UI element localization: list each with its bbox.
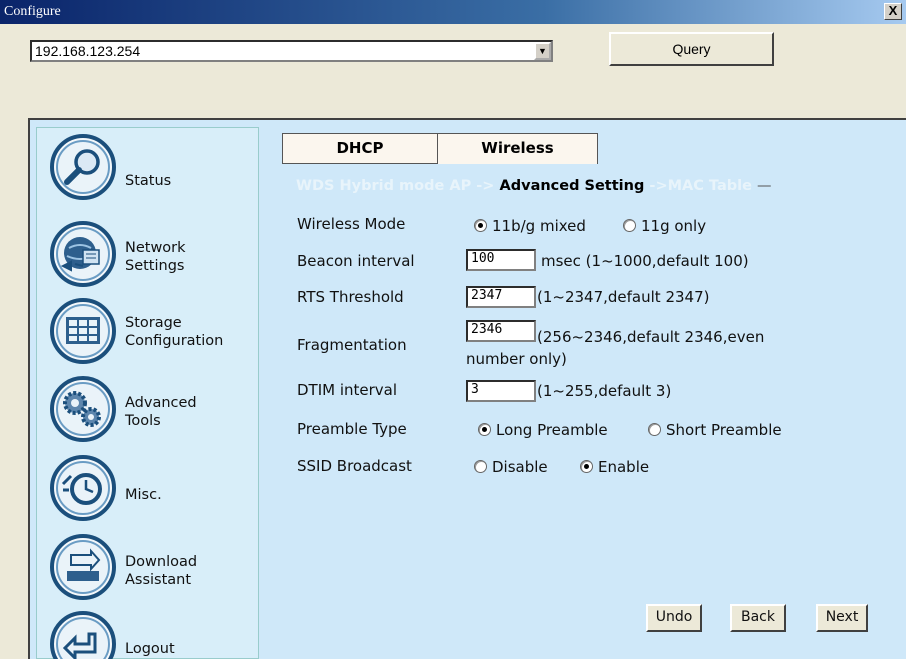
breadcrumb: WDS Hybrid mode AP -> Advanced Setting -… <box>296 178 771 194</box>
breadcrumb-dash: — <box>756 178 772 194</box>
close-button[interactable]: X <box>884 3 902 20</box>
ssid-option2: Enable <box>598 458 650 476</box>
fragmentation-hint-line2: number only) <box>466 350 567 368</box>
ssid-option1: Disable <box>492 458 548 476</box>
sidebar-item-storage-configuration[interactable]: Storage Configuration <box>47 297 257 367</box>
preamble-type-label: Preamble Type <box>297 420 407 438</box>
storage-grid-icon <box>50 298 116 364</box>
next-button[interactable]: Next <box>816 604 868 632</box>
wireless-mode-option1: 11b/g mixed <box>492 217 586 235</box>
sidebar-item-status[interactable]: Status <box>47 133 257 203</box>
fragmentation-label: Fragmentation <box>297 336 407 354</box>
ip-address-value: 192.168.123.254 <box>35 43 141 59</box>
window-title: Configure <box>4 4 61 19</box>
sidebar-item-logout[interactable]: Logout <box>47 610 257 659</box>
rts-threshold-hint: (1~2347,default 2347) <box>537 288 710 306</box>
beacon-interval-hint: msec (1~1000,default 100) <box>541 252 749 270</box>
ssid-broadcast-label: SSID Broadcast <box>297 457 412 475</box>
gears-icon <box>50 376 116 442</box>
ssid-enable-radio[interactable] <box>580 460 593 473</box>
preamble-option1: Long Preamble <box>496 421 608 439</box>
dtim-interval-label: DTIM interval <box>297 381 398 399</box>
breadcrumb-advanced-setting[interactable]: Advanced Setting <box>500 178 645 194</box>
beacon-interval-label: Beacon interval <box>297 252 415 270</box>
sidebar-item-misc[interactable]: Misc. <box>47 454 257 524</box>
ssid-disable-radio[interactable] <box>474 460 487 473</box>
download-tray-icon <box>50 534 116 600</box>
preamble-long-radio[interactable] <box>478 423 491 436</box>
beacon-interval-input[interactable]: 100 <box>466 249 536 271</box>
chevron-down-icon[interactable]: ▼ <box>534 42 551 60</box>
window-title-bar: Configure X <box>0 0 906 24</box>
preamble-option2: Short Preamble <box>666 421 782 439</box>
clock-icon <box>50 455 116 521</box>
logout-arrow-icon <box>50 611 116 659</box>
breadcrumb-wds-hybrid[interactable]: WDS Hybrid mode AP <box>296 178 471 194</box>
sidebar-item-label: Advanced Tools <box>125 395 197 429</box>
fragmentation-input[interactable]: 2346 <box>466 320 536 342</box>
sidebar-item-network-settings[interactable]: Network Settings <box>47 220 257 290</box>
sidebar-item-label: Status <box>125 173 172 189</box>
sidebar-item-download-assistant[interactable]: Download Assistant <box>47 533 257 603</box>
preamble-short-radio[interactable] <box>648 423 661 436</box>
wireless-mode-11g-radio[interactable] <box>623 219 636 232</box>
back-button[interactable]: Back <box>730 604 786 632</box>
breadcrumb-mac-table[interactable]: ->MAC Table <box>649 178 752 194</box>
wireless-mode-11bg-radio[interactable] <box>474 219 487 232</box>
ip-address-select[interactable]: 192.168.123.254 ▼ <box>30 40 553 62</box>
rts-threshold-label: RTS Threshold <box>297 288 404 306</box>
breadcrumb-separator: -> <box>476 178 495 194</box>
sidebar-item-label: Download Assistant <box>125 554 198 588</box>
tab-wireless[interactable]: Wireless <box>437 133 598 164</box>
magnifier-icon <box>50 134 116 200</box>
sidebar-item-label: Logout <box>125 641 175 657</box>
sidebar-item-label: Storage Configuration <box>125 315 224 349</box>
dtim-interval-input[interactable]: 3 <box>466 380 536 402</box>
tab-dhcp[interactable]: DHCP <box>282 133 438 164</box>
sidebar: Status Network Settings Storage Configur… <box>36 127 259 659</box>
sidebar-item-label: Misc. <box>125 487 162 503</box>
dtim-interval-hint: (1~255,default 3) <box>537 382 672 400</box>
sidebar-item-label: Network Settings <box>125 240 186 274</box>
wireless-mode-label: Wireless Mode <box>297 215 406 233</box>
wireless-mode-option2: 11g only <box>641 217 707 235</box>
sidebar-item-advanced-tools[interactable]: Advanced Tools <box>47 375 257 445</box>
undo-button[interactable]: Undo <box>646 604 702 632</box>
rts-threshold-input[interactable]: 2347 <box>466 286 536 308</box>
fragmentation-hint-line1: (256~2346,default 2346,even <box>537 328 765 346</box>
query-button[interactable]: Query <box>609 32 774 66</box>
network-icon <box>50 221 116 287</box>
